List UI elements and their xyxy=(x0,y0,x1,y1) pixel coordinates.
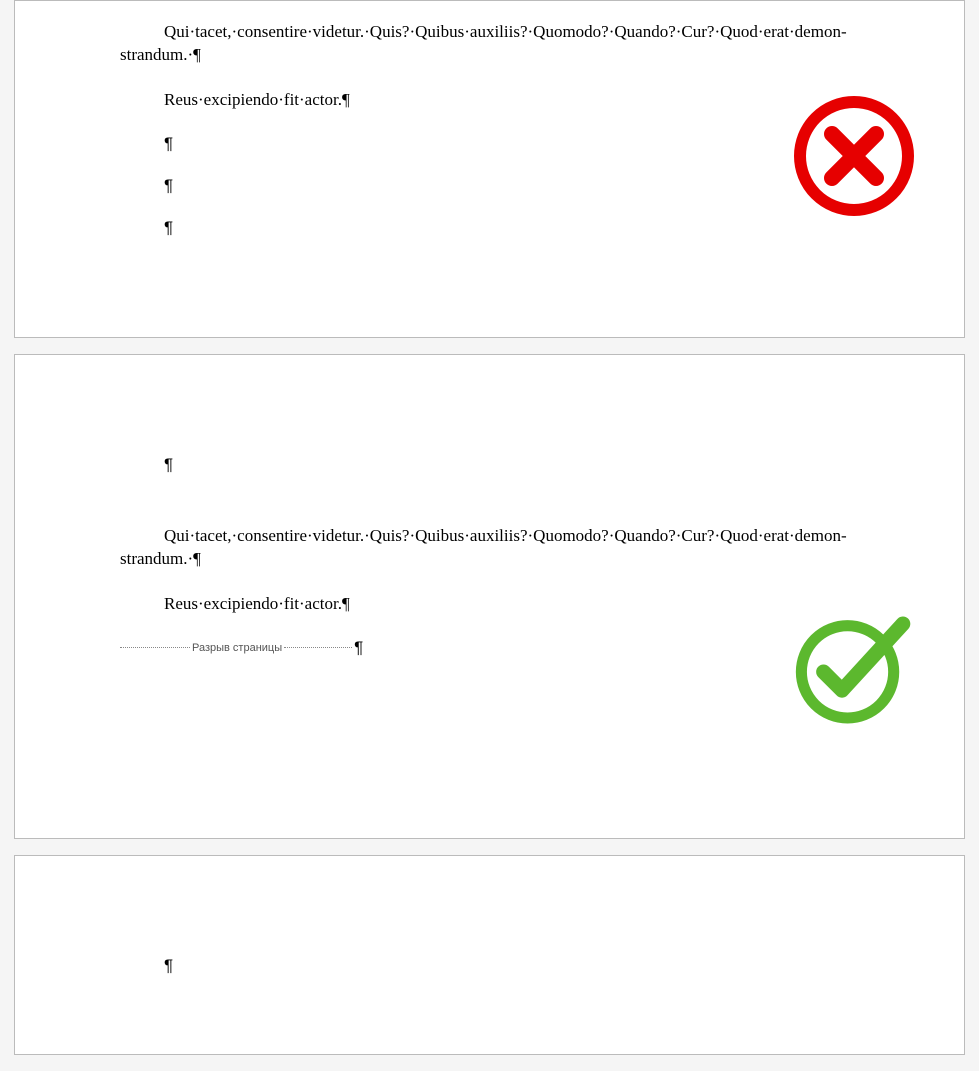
pilcrow-mark: ¶ xyxy=(164,218,864,238)
paragraph-text: Qui·tacet,·consentire·videtur.·Quis?·Qui… xyxy=(120,525,864,571)
pilcrow-mark: ¶ xyxy=(164,134,864,154)
page-break-dotted-line xyxy=(284,647,352,648)
page-break-dotted-line xyxy=(120,647,190,648)
pilcrow-mark: ¶ xyxy=(354,638,363,658)
pilcrow-mark: ¶ xyxy=(164,455,864,475)
pilcrow-mark: ¶ xyxy=(164,956,864,976)
page-break-label: Разрыв страницы xyxy=(190,642,284,654)
page-break-indicator: Разрыв страницы ¶ xyxy=(120,638,864,658)
document-page-2: ¶ Qui·tacet,·consentire·videtur.·Quis?·Q… xyxy=(14,354,965,839)
paragraph-text: Qui·tacet,·consentire·videtur.·Quis?·Qui… xyxy=(120,21,864,67)
correct-icon xyxy=(794,610,914,730)
wrong-icon xyxy=(794,96,914,216)
pilcrow-mark: ¶ xyxy=(164,176,864,196)
document-page-3: ¶ xyxy=(14,855,965,1055)
paragraph-text: Reus·excipiendo·fit·actor.¶ xyxy=(164,593,864,616)
document-page-1: Qui·tacet,·consentire·videtur.·Quis?·Qui… xyxy=(14,0,965,338)
paragraph-text: Reus·excipiendo·fit·actor.¶ xyxy=(164,89,864,112)
